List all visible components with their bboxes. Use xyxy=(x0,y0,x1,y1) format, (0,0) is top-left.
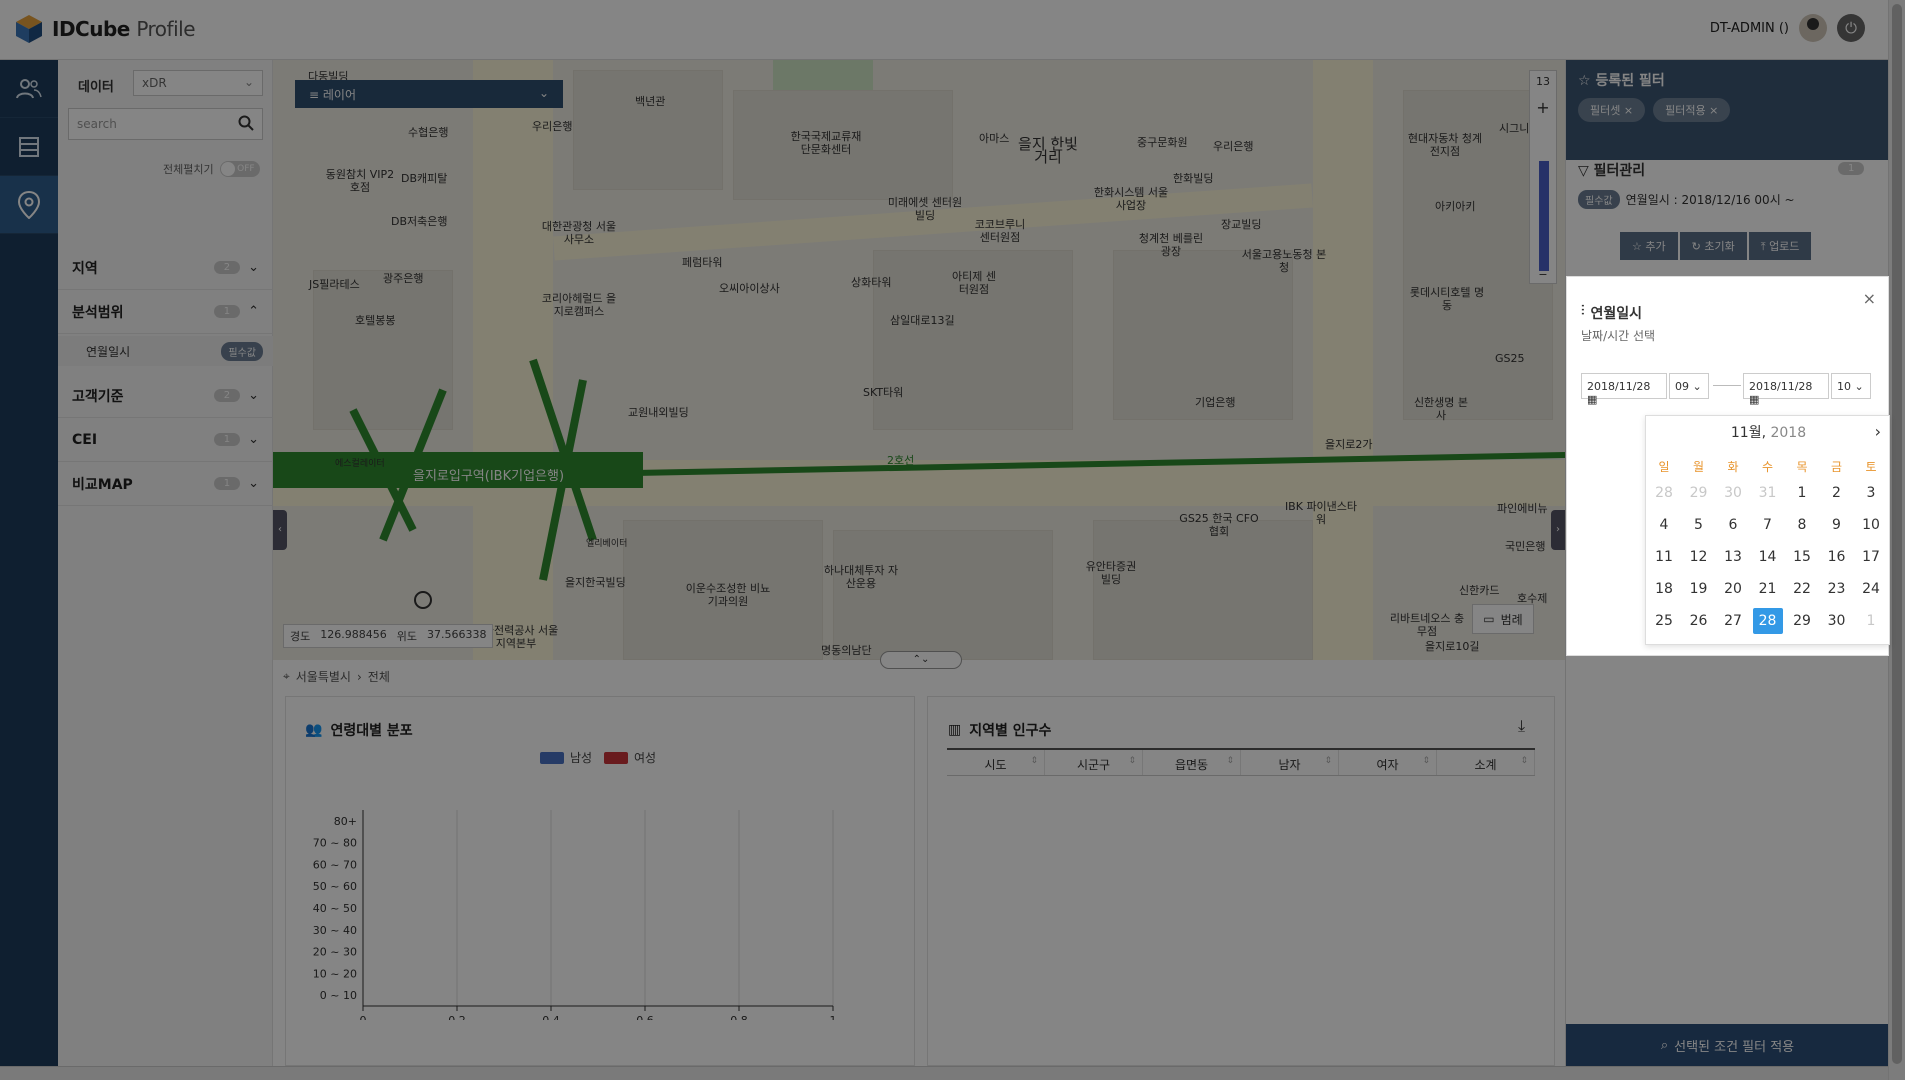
end-date-input[interactable]: 2018/11/28 ▦ xyxy=(1743,373,1829,406)
calendar-day[interactable]: 24 xyxy=(1856,576,1886,602)
calendar-icon: ▦ xyxy=(1587,393,1598,406)
calendar-day[interactable]: 19 xyxy=(1684,576,1714,602)
chevron-down-icon: ⌄ xyxy=(1692,380,1702,393)
calendar-day[interactable]: 11 xyxy=(1649,544,1679,570)
start-date-input[interactable]: 2018/11/28 ▦ xyxy=(1581,373,1667,406)
weekday-label: 수 xyxy=(1761,460,1774,474)
datetime-popup: × ⫶ 연월일시 날짜/시간 선택 2018/11/28 ▦ 09 ⌄ 2018/… xyxy=(1566,276,1890,656)
calendar-day[interactable]: 12 xyxy=(1684,544,1714,570)
weekday-label: 목 xyxy=(1796,460,1808,474)
calendar-day[interactable]: 30 xyxy=(1718,480,1748,506)
calendar-day[interactable]: 8 xyxy=(1787,512,1817,538)
calendar-day[interactable]: 5 xyxy=(1684,512,1714,538)
calendar-day[interactable]: 27 xyxy=(1718,608,1748,634)
calendar-day[interactable]: 30 xyxy=(1822,608,1852,634)
calendar-header: 11월, 2018 xyxy=(1730,425,1807,441)
calendar-day[interactable]: 20 xyxy=(1718,576,1748,602)
calendar-day[interactable]: 1 xyxy=(1787,480,1817,506)
weekday-label: 일 xyxy=(1658,460,1670,474)
calendar-day[interactable]: 6 xyxy=(1718,512,1748,538)
calendar-day[interactable]: 16 xyxy=(1822,544,1852,570)
calendar-day[interactable]: 14 xyxy=(1753,544,1783,570)
weekday-label: 토 xyxy=(1865,460,1877,474)
calendar-day[interactable]: 2 xyxy=(1822,480,1852,506)
calendar-day[interactable]: 29 xyxy=(1787,608,1817,634)
calendar-icon: ▦ xyxy=(1749,393,1760,406)
calendar-day[interactable]: 17 xyxy=(1856,544,1886,570)
calendar-day[interactable]: 7 xyxy=(1753,512,1783,538)
popup-title: ⫶ 연월일시 xyxy=(1581,303,1643,322)
next-month-icon[interactable]: › xyxy=(1875,422,1881,441)
close-icon[interactable]: × xyxy=(1863,289,1876,308)
calendar: 11월, 2018 › 일 월 화 수 목 금 토 28 29 30 31 1 2 3 4 5 6 7 8 9 10 11… xyxy=(1645,415,1890,645)
calendar-day[interactable]: 25 xyxy=(1649,608,1679,634)
calendar-day[interactable]: 3 xyxy=(1856,480,1886,506)
calendar-day[interactable]: 29 xyxy=(1684,480,1714,506)
sliders-icon: ⫶ xyxy=(1581,303,1585,319)
calendar-day[interactable]: 18 xyxy=(1649,576,1679,602)
end-hour-select[interactable]: 10 ⌄ xyxy=(1831,373,1871,399)
calendar-day[interactable]: 22 xyxy=(1787,576,1817,602)
weekday-label: 화 xyxy=(1727,460,1739,474)
start-hour-select[interactable]: 09 ⌄ xyxy=(1669,373,1709,399)
calendar-day[interactable]: 9 xyxy=(1822,512,1852,538)
weekday-label: 월 xyxy=(1692,460,1705,474)
weekday-label: 금 xyxy=(1830,460,1843,474)
calendar-day[interactable]: 15 xyxy=(1787,544,1817,570)
calendar-day[interactable]: 31 xyxy=(1753,480,1783,506)
calendar-day[interactable]: 10 xyxy=(1856,512,1886,538)
popup-subtitle: 날짜/시간 선택 xyxy=(1581,329,1656,343)
calendar-day[interactable]: 13 xyxy=(1718,544,1748,570)
calendar-day[interactable]: 26 xyxy=(1684,608,1714,634)
calendar-day[interactable]: 23 xyxy=(1822,576,1852,602)
calendar-day[interactable]: 1 xyxy=(1856,608,1886,634)
calendar-day[interactable]: 4 xyxy=(1649,512,1679,538)
calendar-day[interactable]: 28 xyxy=(1649,480,1679,506)
range-dash xyxy=(1713,385,1741,386)
calendar-day[interactable]: 28 xyxy=(1752,608,1783,634)
chevron-down-icon: ⌄ xyxy=(1854,380,1864,393)
calendar-day[interactable]: 21 xyxy=(1753,576,1783,602)
